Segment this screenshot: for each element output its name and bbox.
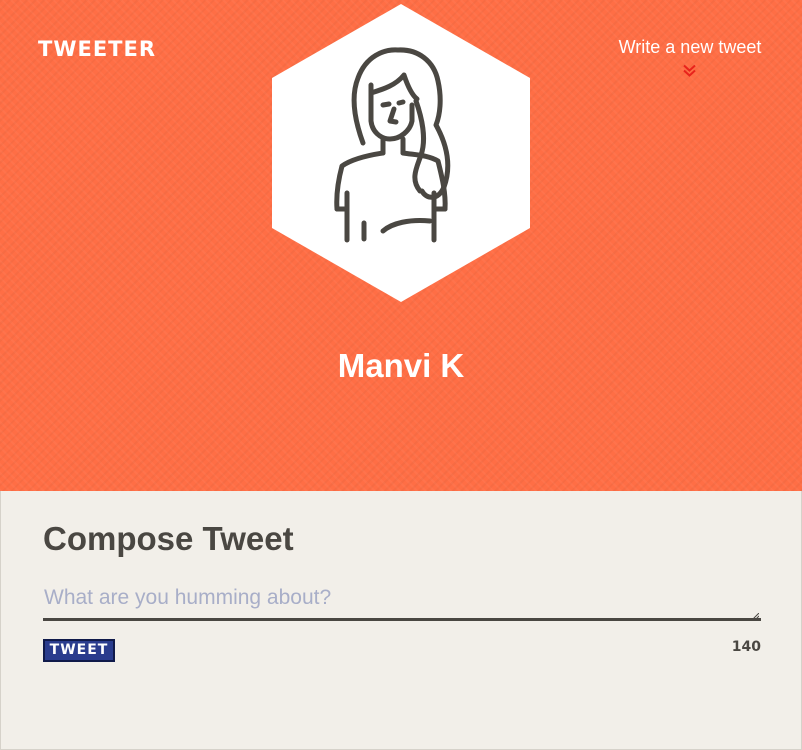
avatar [272,4,530,302]
profile-header: TWEETER Write a new tweet Manvi K [0,0,802,491]
resize-handle-icon[interactable] [753,613,759,619]
double-chevron-down-icon[interactable] [682,64,697,78]
app-logo[interactable]: TWEETER [38,37,156,61]
write-new-tweet-link[interactable]: Write a new tweet [612,37,768,58]
tweet-button[interactable]: TWEET [43,639,115,662]
user-name: Manvi K [337,347,465,384]
tweet-input[interactable] [43,586,761,621]
compose-title: Compose Tweet [43,520,294,557]
compose-section: Compose Tweet TWEET 140 [0,491,802,750]
char-counter: 140 [731,639,761,655]
